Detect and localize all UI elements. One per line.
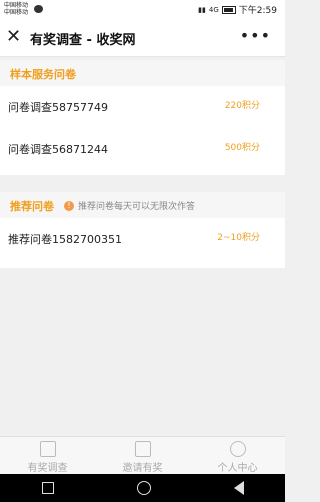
back-icon[interactable] (233, 481, 244, 495)
info-icon: ! (64, 200, 74, 211)
section-header: 推荐问卷 ! 推荐问卷每天可以无限次作答 (0, 192, 285, 218)
survey-name: 问卷调查56871244 (8, 143, 108, 156)
tip-text: 推荐问卷每天可以无限次作答 (78, 202, 196, 212)
section-tip: ! 推荐问卷每天可以无限次作答 (64, 199, 195, 212)
carrier-label-1: 中国移动 (4, 2, 29, 9)
home-icon[interactable] (136, 481, 151, 495)
signal-icon: ▮▮ (198, 5, 206, 14)
battery-icon (221, 5, 236, 14)
system-nav-bar (0, 474, 285, 502)
survey-name: 推荐问卷1582700351 (8, 233, 122, 246)
survey-points: 500积分 (224, 143, 260, 153)
network-label: 4G (208, 5, 219, 14)
bottom-tab-bar: 有奖调查 邀请有奖 个人中心 (0, 436, 285, 475)
survey-list-item[interactable]: 推荐问卷1582700351 2~10积分 (0, 218, 285, 260)
tab-invite[interactable]: 邀请有奖 (95, 437, 190, 475)
envelope-icon (134, 441, 151, 457)
gift-icon (39, 441, 56, 457)
sample-survey-section: 样本服务问卷 问卷调查58757749 220积分 问卷调查56871244 5… (0, 60, 285, 175)
survey-list-item[interactable]: 问卷调查58757749 220积分 (0, 86, 285, 128)
tab-label: 邀请有奖 (122, 463, 163, 474)
person-icon (229, 441, 246, 457)
carrier-info: 中国移动 中国移动 (4, 2, 28, 16)
more-menu-icon[interactable]: ••• (240, 26, 271, 45)
close-icon[interactable]: ✕ (6, 27, 21, 47)
status-right: ▮▮ 4G 下午2:59 (198, 3, 277, 16)
page-title: 有奖调查 - 收奖网 (30, 33, 136, 48)
survey-name: 问卷调查58757749 (8, 101, 108, 114)
section-title: 样本服务问卷 (10, 68, 76, 81)
survey-points: 2~10积分 (217, 233, 260, 243)
message-icon (34, 5, 43, 13)
survey-points: 220积分 (224, 101, 260, 111)
tab-profile[interactable]: 个人中心 (190, 437, 285, 475)
app-header: ✕ 有奖调查 - 收奖网 ••• (0, 20, 285, 57)
recommend-survey-section: 推荐问卷 ! 推荐问卷每天可以无限次作答 推荐问卷1582700351 2~10… (0, 192, 285, 268)
tab-label: 有奖调查 (27, 463, 68, 474)
tab-survey[interactable]: 有奖调查 (0, 437, 95, 475)
section-title: 推荐问卷 (10, 200, 54, 213)
tab-label: 个人中心 (217, 463, 258, 474)
section-header: 样本服务问卷 (0, 60, 285, 86)
status-bar: 中国移动 中国移动 ▮▮ 4G 下午2:59 (0, 0, 285, 20)
clock: 下午2:59 (238, 6, 277, 16)
recent-apps-icon[interactable] (41, 482, 54, 494)
carrier-label-2: 中国移动 (4, 9, 29, 16)
survey-list-item[interactable]: 问卷调查56871244 500积分 (0, 128, 285, 170)
